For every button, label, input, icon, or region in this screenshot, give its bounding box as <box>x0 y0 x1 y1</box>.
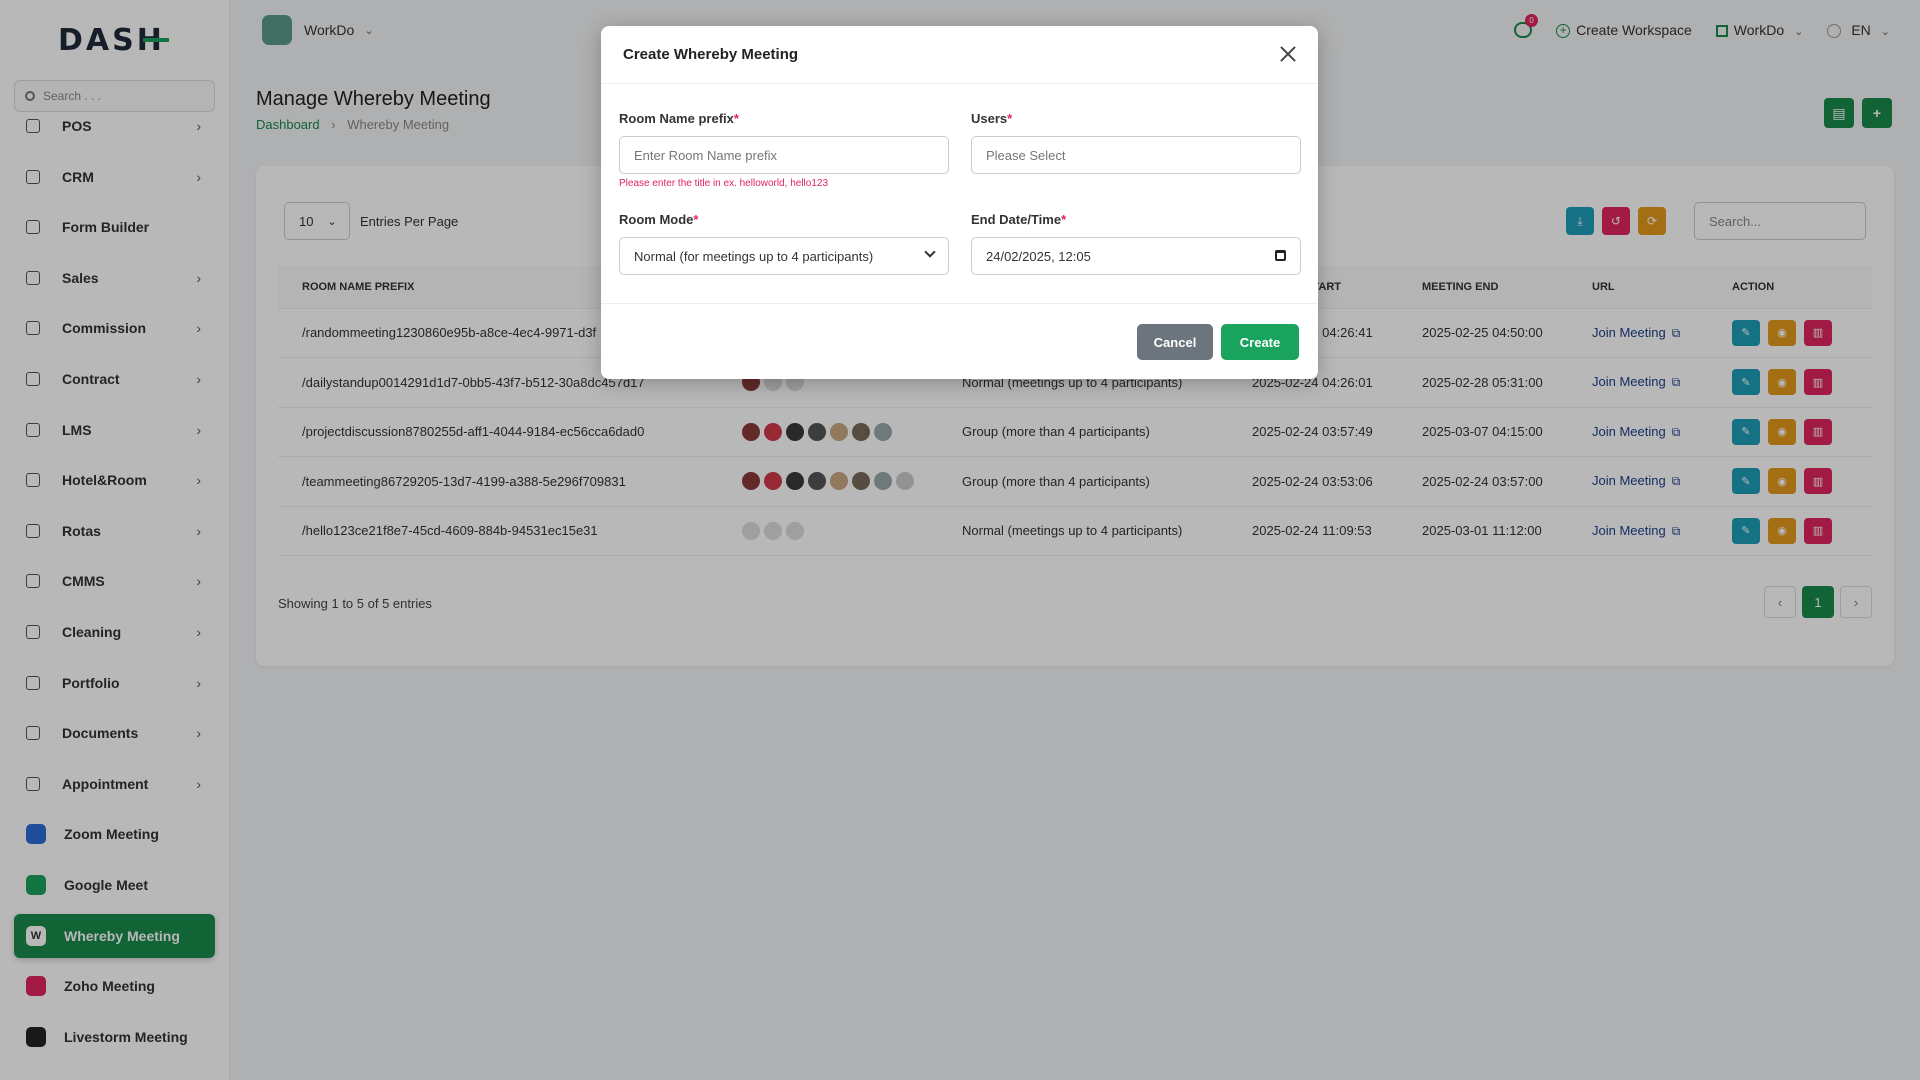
end-datetime-input[interactable]: 24/02/2025, 12:05 <box>971 237 1301 275</box>
end-datetime-label: End Date/Time* <box>971 212 1301 227</box>
cancel-button[interactable]: Cancel <box>1137 324 1213 360</box>
modal-footer: Cancel Create <box>601 303 1318 379</box>
modal-header: Create Whereby Meeting <box>601 26 1318 84</box>
required-mark: * <box>1061 212 1067 227</box>
users-label-text: Users <box>971 111 1008 126</box>
room-prefix-label-text: Room Name prefix <box>619 111 734 126</box>
room-mode-field: Room Mode* Normal (for meetings up to 4 … <box>619 212 949 275</box>
create-button[interactable]: Create <box>1221 324 1299 360</box>
required-mark: * <box>1007 111 1013 126</box>
calendar-icon[interactable] <box>1275 250 1286 261</box>
end-datetime-label-text: End Date/Time <box>971 212 1062 227</box>
required-mark: * <box>693 212 699 227</box>
users-select[interactable]: Please Select <box>971 136 1301 174</box>
end-datetime-value: 24/02/2025, 12:05 <box>986 248 1091 264</box>
room-mode-select[interactable]: Normal (for meetings up to 4 participant… <box>619 237 949 275</box>
room-prefix-label: Room Name prefix* <box>619 111 949 126</box>
close-icon[interactable] <box>1280 46 1296 62</box>
create-meeting-modal: Create Whereby Meeting Room Name prefix*… <box>601 26 1318 379</box>
users-field: Users* Please Select <box>971 111 1301 174</box>
room-mode-label-text: Room Mode <box>619 212 694 227</box>
room-prefix-hint: Please enter the title in ex. helloworld… <box>619 178 829 189</box>
required-mark: * <box>733 111 739 126</box>
modal-title: Create Whereby Meeting <box>623 46 799 63</box>
room-prefix-input[interactable]: Enter Room Name prefix <box>619 136 949 174</box>
room-prefix-field: Room Name prefix* Enter Room Name prefix… <box>619 111 949 189</box>
end-datetime-field: End Date/Time* 24/02/2025, 12:05 <box>971 212 1301 275</box>
room-mode-value: Normal (for meetings up to 4 participant… <box>634 248 874 264</box>
room-prefix-placeholder: Enter Room Name prefix <box>634 147 778 163</box>
users-placeholder: Please Select <box>986 147 1066 163</box>
users-label: Users* <box>971 111 1301 126</box>
room-mode-label: Room Mode* <box>619 212 949 227</box>
chevron-down-icon <box>924 246 936 258</box>
